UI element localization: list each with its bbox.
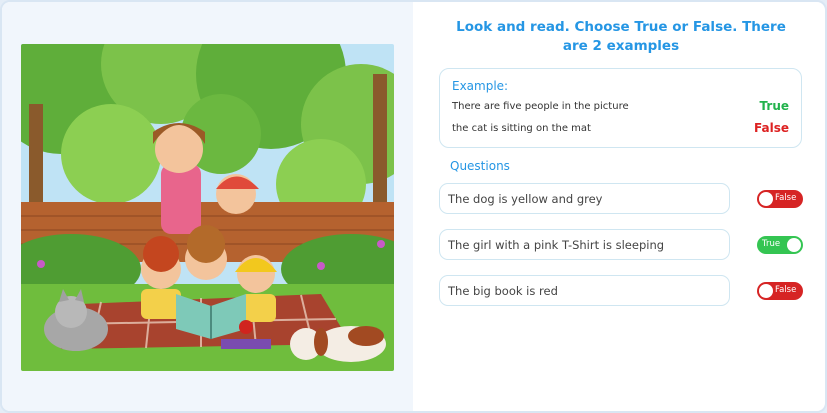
example-text: There are five people in the picture <box>452 101 629 112</box>
example-text: the cat is sitting on the mat <box>452 123 591 134</box>
example-answer: False <box>754 121 789 135</box>
exercise-pane: Look and read. Choose True or False. The… <box>413 2 825 411</box>
questions-heading: Questions <box>450 159 510 173</box>
example-row: There are five people in the picture Tru… <box>452 98 789 116</box>
true-false-toggle[interactable]: False <box>757 282 803 300</box>
toggle-label: True <box>762 239 781 249</box>
question-box: The girl with a pink T-Shirt is sleeping <box>439 229 730 260</box>
question-row-2: The girl with a pink T-Shirt is sleeping… <box>439 229 803 261</box>
exercise-card: Look and read. Choose True or False. The… <box>0 0 827 413</box>
picture-pane <box>2 2 413 411</box>
true-false-toggle[interactable]: True <box>757 236 803 254</box>
toggle-knob <box>759 284 773 298</box>
example-box: Example: There are five people in the pi… <box>439 68 802 148</box>
question-box: The dog is yellow and grey <box>439 183 730 214</box>
question-text: The girl with a pink T-Shirt is sleeping <box>448 238 665 252</box>
toggle-knob <box>787 238 801 252</box>
toggle-knob <box>759 192 773 206</box>
question-text: The big book is red <box>448 284 558 298</box>
question-text: The dog is yellow and grey <box>448 192 603 206</box>
example-answer: True <box>759 99 789 113</box>
exercise-title: Look and read. Choose True or False. The… <box>456 19 786 54</box>
question-row-1: The dog is yellow and grey False <box>439 183 803 215</box>
true-false-toggle[interactable]: False <box>757 190 803 208</box>
question-row-3: The big book is red False <box>439 275 803 307</box>
illustration-picnic <box>21 44 394 371</box>
example-row: the cat is sitting on the mat False <box>452 120 789 138</box>
example-heading: Example: <box>452 79 509 93</box>
toggle-label: False <box>775 193 797 203</box>
question-box: The big book is red <box>439 275 730 306</box>
toggle-label: False <box>775 285 797 295</box>
